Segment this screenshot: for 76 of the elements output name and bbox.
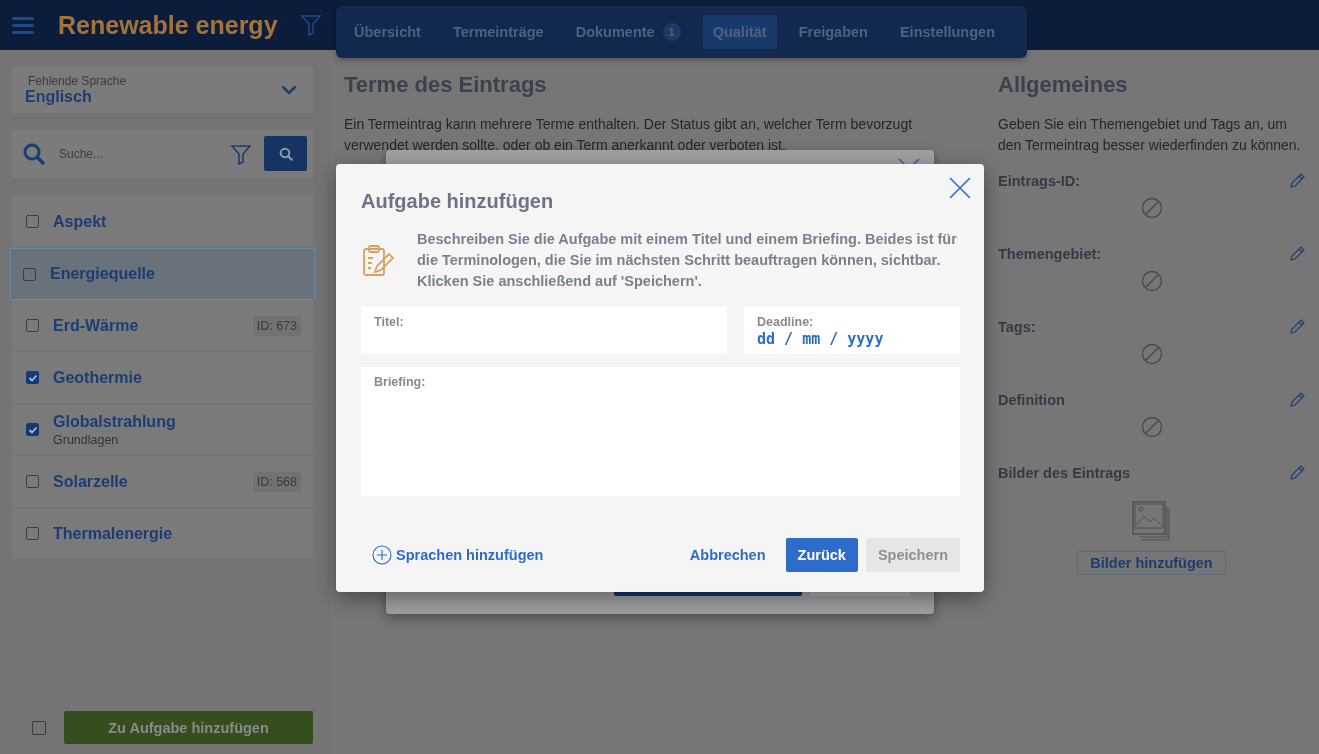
checkbox[interactable]: [26, 527, 39, 540]
dialog-button[interactable]: Zurück: [785, 538, 858, 572]
section-description: Geben Sie ein Themengebiet und Tags an, um den Termeintrag besser wiederfinden zu können.: [998, 115, 1302, 155]
field-label: Eintrags-ID:: [998, 172, 1081, 189]
cancel-link[interactable]: Abbrechen: [677, 539, 778, 571]
dropdown-value: Englisch: [25, 87, 92, 106]
checkbox[interactable]: [26, 319, 39, 332]
check-icon: [27, 372, 38, 383]
plus-circle-icon: [372, 545, 392, 565]
date-input[interactable]: dd / mm / yyyy: [757, 330, 947, 348]
item-title: Aspekt: [53, 212, 108, 231]
item-title: Geothermie: [53, 368, 143, 387]
dialog-description: Beschreiben Sie die Aufgabe mit einem Titel und einem Briefing. Beides ist für die Terminologen, die Sie im nächsten Schritt beauftragen können, sichtbar. Klicken Sie anschließend auf 'Speichern'.: [417, 230, 958, 291]
item-title: Erd-Wärme: [53, 316, 140, 335]
clipboard-edit-icon: [361, 243, 395, 278]
tab[interactable]: Einstellungen: [889, 15, 1005, 49]
item-title: Thermalenergie: [53, 524, 174, 543]
app-title: Renewable energy: [58, 10, 278, 40]
language-dropdown[interactable]: Fehlende Sprache Englisch: [12, 66, 313, 113]
item-title: Energiequelle: [50, 265, 156, 283]
list-item[interactable]: Erd-Wärme ID: 673: [12, 300, 313, 352]
section-description: Ein Termeintrag kann mehrere Terme enthalten. Der Status gibt an, welcher Term bevorzugt verwendet werden sollte, oder ob ein Term anerkannt oder verboten ist.: [344, 115, 914, 155]
search-field[interactable]: Suche...: [57, 145, 218, 162]
empty-value-icon: [1140, 343, 1163, 365]
briefing-field[interactable]: Briefing:: [361, 367, 960, 496]
add-to-task-button[interactable]: Zu Aufgabe hinzufügen: [64, 711, 313, 744]
id-badge: ID: 673: [252, 315, 301, 336]
menu-icon: [12, 16, 34, 34]
field-label: Themengebiet:: [998, 245, 1102, 262]
dropdown-label: Fehlende Sprache: [27, 73, 127, 88]
search-icon: [278, 146, 293, 161]
checkbox[interactable]: [26, 475, 39, 488]
field-label: Bilder des Eintrags: [998, 464, 1131, 481]
filter-icon: [230, 142, 252, 165]
tab[interactable]: Termeinträge: [442, 15, 554, 49]
list-item[interactable]: Solarzelle ID: 568: [12, 456, 313, 508]
id-badge: ID: 568: [252, 471, 301, 492]
dialog-title: Aufgabe hinzufügen: [361, 190, 554, 213]
check-icon: [27, 424, 38, 435]
pencil-icon: [1288, 318, 1305, 335]
checkbox[interactable]: [26, 371, 39, 384]
tab[interactable]: Freigaben: [788, 15, 878, 49]
field-label: Definition: [998, 391, 1065, 408]
list-item[interactable]: Globalstrahlung Grundlagen: [12, 404, 313, 456]
list-item[interactable]: Energiequelle: [10, 248, 315, 300]
section-title: Terme des Eintrags: [344, 72, 548, 98]
title-field[interactable]: Titel:: [361, 307, 727, 354]
search-icon: [23, 142, 45, 165]
pencil-icon: [1288, 391, 1305, 408]
list-item[interactable]: Geothermie: [12, 352, 313, 404]
checkbox[interactable]: [23, 267, 36, 281]
tab[interactable]: Übersicht: [344, 15, 431, 49]
item-title: Globalstrahlung: [53, 412, 177, 431]
image-stack-icon: [1131, 501, 1172, 541]
checkbox[interactable]: [26, 215, 39, 228]
empty-value-icon: [1140, 270, 1163, 292]
add-languages-link[interactable]: Sprachen hinzufügen: [372, 545, 544, 565]
field-label: Tags:: [998, 318, 1036, 335]
pencil-icon: [1288, 464, 1305, 481]
search-button[interactable]: [264, 136, 307, 171]
list-item[interactable]: Thermalenergie: [12, 508, 313, 560]
checkbox[interactable]: [32, 720, 46, 735]
empty-value-icon: [1140, 416, 1163, 438]
deadline-field[interactable]: Deadline: dd / mm / yyyy: [744, 307, 960, 354]
add-images-button[interactable]: Bilder hinzufügen: [1077, 551, 1226, 575]
section-title: Allgemeines: [998, 72, 1129, 98]
chevron-down-icon: [281, 84, 297, 95]
empty-value-icon: [1140, 197, 1163, 219]
filter-icon: [299, 14, 322, 36]
close-button[interactable]: [949, 177, 971, 199]
close-icon: [949, 177, 971, 199]
pencil-icon: [1288, 172, 1305, 189]
item-subtitle: Grundlagen: [53, 432, 120, 447]
pencil-icon: [1288, 245, 1305, 262]
item-title: Solarzelle: [53, 472, 129, 491]
checkbox[interactable]: [26, 423, 39, 436]
